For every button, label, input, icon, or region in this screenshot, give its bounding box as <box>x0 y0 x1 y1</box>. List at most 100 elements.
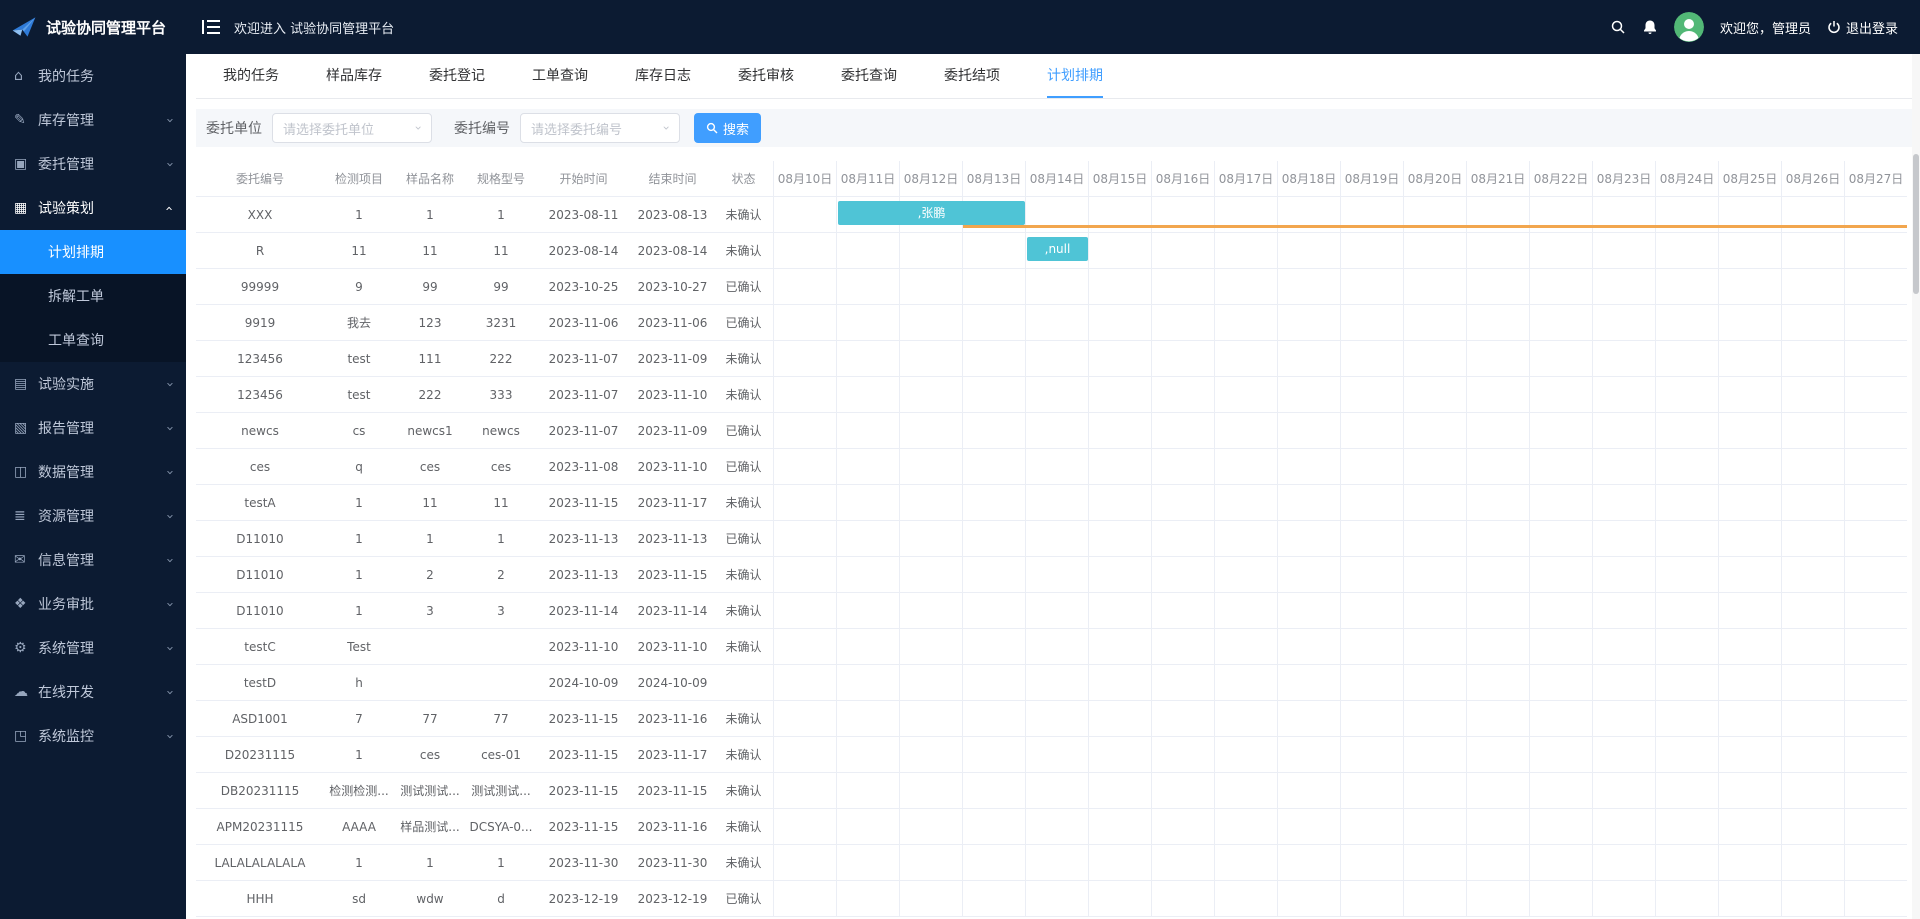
date-column-header: 08月13日 <box>962 161 1025 197</box>
report-icon: ▧ <box>14 420 28 436</box>
chevron-down-icon: › <box>161 689 177 695</box>
cell: 2023-08-13 <box>631 197 714 233</box>
bell-icon[interactable] <box>1642 19 1658 35</box>
logout-button[interactable]: 退出登录 <box>1827 18 1898 37</box>
cell: 3231 <box>466 305 536 341</box>
cell: 7 <box>324 701 394 737</box>
cell: 未确认 <box>714 737 773 773</box>
gantt-bar[interactable]: ,张鹏 <box>838 201 1025 225</box>
cell: 已确认 <box>714 881 773 917</box>
cell: 2023-11-15 <box>536 701 631 737</box>
sidebar-item-label: 报告管理 <box>38 421 94 437</box>
cell: 2023-11-13 <box>536 557 631 593</box>
gantt-bar[interactable]: ,null <box>1027 237 1088 261</box>
cell: 2023-11-10 <box>536 629 631 665</box>
cell: test <box>324 377 394 413</box>
cell: 已确认 <box>714 305 773 341</box>
cell: 2023-12-19 <box>536 881 631 917</box>
cell: 2023-11-14 <box>536 593 631 629</box>
chevron-down-icon: › <box>161 733 177 739</box>
cell: wdw <box>394 881 466 917</box>
sidebar-item-resource-management[interactable]: ≣ 资源管理 › <box>0 494 186 538</box>
cell: sd <box>324 881 394 917</box>
table-row: ces q ces ces 2023-11-08 2023-11-10 已确认 <box>196 449 1912 485</box>
vertical-scrollbar[interactable] <box>1912 54 1920 919</box>
gear-icon: ⚙ <box>14 640 27 656</box>
documents-icon: ▣ <box>14 156 28 172</box>
sidebar-item-data-management[interactable]: ◫ 数据管理 › <box>0 450 186 494</box>
sidebar-item-label: 数据管理 <box>38 465 94 481</box>
commission-unit-select[interactable]: 请选择委托单位 › <box>272 113 432 143</box>
sidebar-item-online-development[interactable]: ☁ 在线开发 › <box>0 670 186 714</box>
sidebar-subitem-disassemble-workorder[interactable]: 拆解工单 <box>0 274 186 318</box>
sidebar-item-my-tasks[interactable]: ⌂ 我的任务 <box>0 54 186 98</box>
cell: 2 <box>466 557 536 593</box>
chevron-down-icon: › <box>161 469 177 475</box>
tab-inventory-log[interactable]: 库存日志 <box>635 54 691 98</box>
chevron-down-icon: › <box>161 645 177 651</box>
cell: 已确认 <box>714 413 773 449</box>
search-button[interactable]: 搜索 <box>694 113 762 143</box>
cell: DCSYA-0... <box>466 809 536 845</box>
tab-commission-query[interactable]: 委托查询 <box>841 54 897 98</box>
chevron-down-icon: › <box>161 117 177 123</box>
chevron-up-icon: › <box>161 205 177 211</box>
date-column-header: 08月12日 <box>899 161 962 197</box>
sidebar-subitem-plan-schedule[interactable]: 计划排期 <box>0 230 186 274</box>
table-row: 123456 test 222 333 2023-11-07 2023-11-10 未确认 <box>196 377 1912 413</box>
tab-plan-schedule[interactable]: 计划排期 <box>1047 54 1103 98</box>
timeline-bar <box>963 225 1907 228</box>
cell <box>394 629 466 665</box>
cell: 99 <box>394 269 466 305</box>
tab-my-tasks[interactable]: 我的任务 <box>223 54 279 98</box>
cell: 检测检测... <box>324 773 394 809</box>
column-header: 开始时间 <box>536 161 631 197</box>
table-row: D20231115 1 ces ces-01 2023-11-15 2023-11-17 未… <box>196 737 1912 773</box>
commission-no-placeholder: 请选择委托编号 <box>531 122 623 138</box>
cell: 9 <box>324 269 394 305</box>
cell: 2023-11-15 <box>631 773 714 809</box>
tab-workorder-query[interactable]: 工单查询 <box>532 54 588 98</box>
gantt-row <box>773 593 1907 629</box>
search-icon[interactable] <box>1610 19 1626 35</box>
cell: 2023-11-16 <box>631 701 714 737</box>
gantt-row <box>773 485 1907 521</box>
magnifier-icon <box>706 122 718 134</box>
sidebar-item-information-management[interactable]: ✉ 信息管理 › <box>0 538 186 582</box>
cell: 2023-11-09 <box>631 413 714 449</box>
search-button-label: 搜索 <box>723 122 750 138</box>
cell: testD <box>196 665 324 701</box>
date-column-header: 08月19日 <box>1340 161 1403 197</box>
cell: 2023-11-16 <box>631 809 714 845</box>
sidebar-item-test-planning[interactable]: ▦ 试验策划 › <box>0 186 186 230</box>
sidebar-item-inventory-management[interactable]: ✎ 库存管理 › <box>0 98 186 142</box>
tab-commission-review[interactable]: 委托审核 <box>738 54 794 98</box>
sidebar-item-report-management[interactable]: ▧ 报告管理 › <box>0 406 186 450</box>
table-row: DB20231115 检测检测... 测试测试... 测试测试... 2023-11-1… <box>196 773 1912 809</box>
sidebar-item-commission-management[interactable]: ▣ 委托管理 › <box>0 142 186 186</box>
cell: 未确认 <box>714 377 773 413</box>
chevron-down-icon: › <box>411 125 426 131</box>
sidebar-item-business-approval[interactable]: ❖ 业务审批 › <box>0 582 186 626</box>
sidebar-item-test-implementation[interactable]: ▤ 试验实施 › <box>0 362 186 406</box>
cell <box>394 665 466 701</box>
cell: 123456 <box>196 341 324 377</box>
tab-commission-closure[interactable]: 委托结项 <box>944 54 1000 98</box>
cell: 2023-08-11 <box>536 197 631 233</box>
cell: 2023-11-13 <box>536 521 631 557</box>
scrollbar-thumb[interactable] <box>1913 154 1919 294</box>
gantt-row <box>773 737 1907 773</box>
cell: 2023-11-15 <box>536 809 631 845</box>
sidebar-item-system-management[interactable]: ⚙ 系统管理 › <box>0 626 186 670</box>
commission-no-select[interactable]: 请选择委托编号 › <box>520 113 680 143</box>
sidebar-subitem-workorder-query[interactable]: 工单查询 <box>0 318 186 362</box>
cell: testC <box>196 629 324 665</box>
tab-sample-inventory[interactable]: 样品库存 <box>326 54 382 98</box>
avatar[interactable] <box>1673 12 1704 42</box>
sidebar-toggle-icon[interactable] <box>202 20 220 34</box>
column-header: 结束时间 <box>631 161 714 197</box>
cell: LALALALALALA <box>196 845 324 881</box>
user-greeting: 欢迎您，管理员 <box>1719 21 1811 37</box>
sidebar-item-system-monitoring[interactable]: ◳ 系统监控 › <box>0 714 186 758</box>
tab-commission-register[interactable]: 委托登记 <box>429 54 485 98</box>
